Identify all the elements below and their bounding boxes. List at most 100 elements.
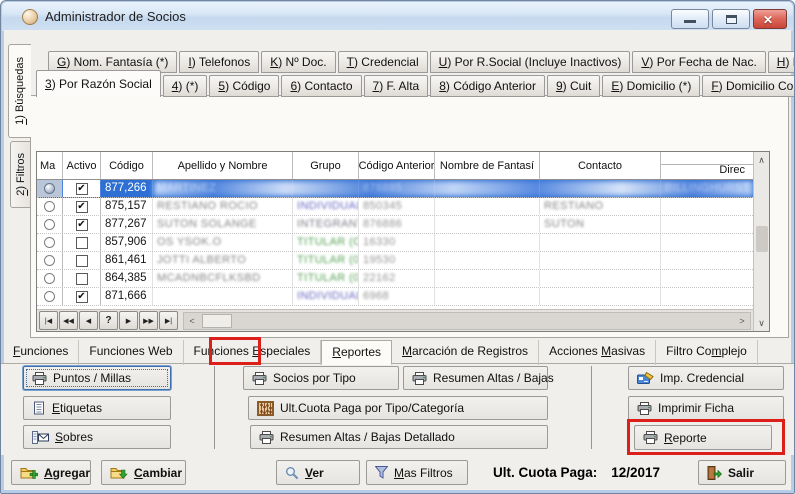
imp-credencial-button[interactable]: Imp. Credencial [628,366,784,390]
table-row[interactable]: ✔877,267SUTON SOLANGEINTEGRANT876886SUTO… [37,216,753,234]
search-tab-r2-1[interactable]: 4) (*) [163,75,208,97]
search-tab-r1-2[interactable]: K) Nº Doc. [261,51,335,73]
column-header-6[interactable]: Nombre de Fantasí [435,152,540,179]
column-header-2[interactable]: Código [101,152,153,179]
row-active-checkbox[interactable]: ✔ [76,219,88,231]
etiquetas-button[interactable]: Etiquetas [23,396,171,420]
scroll-left-icon[interactable]: < [184,316,200,326]
agregar-button[interactable]: Agregar [11,460,91,485]
column-header-5[interactable]: Código Anterior [359,152,435,179]
record-nav-prev-button[interactable]: ◀ [79,311,98,330]
table-row[interactable]: ✔877,266MARTINEZ876885BILLINGHURST [37,180,753,198]
record-nav-fast-forward-button[interactable]: ▶▶ [139,311,158,330]
column-header-0[interactable]: Ma [37,152,63,179]
row-mark-radio[interactable] [44,255,55,266]
status-value: 12/2017 [611,465,660,480]
function-tab-funciones-web[interactable]: Funciones Web [79,340,183,365]
function-tab-reportes[interactable]: Reportes [321,340,392,365]
mas-filtros-label: Mas Filtros [394,466,453,480]
horizontal-scrollbar[interactable]: < > [183,312,751,330]
row-active-checkbox[interactable]: ✔ [76,183,88,195]
search-tab-r2-8[interactable]: F) Domicilio Cob. [702,75,795,97]
search-tab-r2-5[interactable]: 8) Código Anterior [430,75,545,97]
row-mark-radio[interactable] [44,291,55,302]
scroll-up-icon[interactable]: ∧ [754,152,769,168]
table-row[interactable]: 861,461JOTTI ALBERTOTITULAR (0)19530 [37,252,753,270]
table-row[interactable]: 857,906OS YSOK.OTITULAR (C)16330 [37,234,753,252]
resumen-detallado-button[interactable]: Resumen Altas / Bajas Detallado [250,425,548,449]
row-mark-radio[interactable] [44,273,55,284]
maximize-button[interactable] [712,9,750,29]
column-header-3[interactable]: Apellido y Nombre [153,152,293,179]
search-tab-r1-5[interactable]: V) Por Fecha de Nac. [632,51,765,73]
column-header-1[interactable]: Activo [63,152,101,179]
resumen-altas-bajas-button[interactable]: Resumen Altas / Bajas [403,366,548,390]
row-active-checkbox[interactable] [76,273,88,285]
column-header-8[interactable]: Direc [661,152,753,179]
column-header-4[interactable]: Grupo [293,152,359,179]
search-tab-r2-2[interactable]: 5) Código [209,75,279,97]
cell-wrap [661,198,753,215]
resumen-altas-bajas-label: Resumen Altas / Bajas [433,371,554,385]
record-nav-first-button[interactable]: |◀ [39,311,58,330]
side-tab-filtros[interactable]: 2) Filtros [10,141,31,208]
record-nav-help-button[interactable]: ? [99,311,118,330]
row-nombre: JOTTI ALBERTO [157,254,246,266]
row-mark-radio[interactable] [44,237,55,248]
reporte-button[interactable]: Reporte [634,425,772,450]
row-mark-radio[interactable] [44,219,55,230]
vertical-scroll-thumb[interactable] [756,226,768,252]
horizontal-scroll-thumb[interactable] [202,314,232,328]
folder-change-icon [110,465,128,480]
record-nav-next-button[interactable]: ▶ [119,311,138,330]
puntos-millas-button[interactable]: Puntos / Millas [23,366,171,390]
cell-wrap: TITULAR (0) [293,252,359,269]
salir-button[interactable]: Salir [698,460,786,485]
sobres-label: Sobres [55,430,93,444]
search-tab-r2-7[interactable]: E) Domicilio (*) [602,75,700,97]
row-mark-radio[interactable] [44,183,55,194]
row-active-checkbox[interactable]: ✔ [76,291,88,303]
cell-wrap: 22162 [359,270,435,287]
table-row[interactable]: ✔871,666INDIVIDUAL6968 [37,288,753,306]
function-tab-funciones[interactable]: Funciones [3,340,79,365]
row-active-checkbox[interactable] [76,237,88,249]
search-tab-r1-1[interactable]: I) Telefonos [179,51,259,73]
minimize-button[interactable] [671,9,709,29]
record-nav-fast-back-button[interactable]: ◀◀ [59,311,78,330]
search-tab-r2-0[interactable]: 3) Por Razón Social [36,70,161,97]
table-row[interactable]: ✔875,157RESTIANO ROCIOINDIVIDUAL850345RE… [37,198,753,216]
function-tab-funciones-especiales[interactable]: Funciones Especiales [184,340,322,365]
mas-filtros-button[interactable]: Mas Filtros [366,460,468,485]
cambiar-button[interactable]: Cambiar [101,460,186,485]
search-tab-r1-4[interactable]: U) Por R.Social (Incluye Inactivos) [430,51,631,73]
function-tab-acciones-masivas[interactable]: Acciones Masivas [539,340,656,365]
search-tab-r2-6[interactable]: 9) Cuit [547,75,600,97]
sobres-button[interactable]: Sobres [23,425,171,449]
row-mark-cell [37,234,63,251]
vertical-scrollbar[interactable]: ∧ ∨ [753,152,769,331]
search-tab-r2-3[interactable]: 6) Contacto [281,75,361,97]
search-tab-r1-6[interactable]: H) Huella Dactilar [768,51,795,73]
row-active-checkbox[interactable]: ✔ [76,201,88,213]
labels-icon [32,401,46,415]
function-tab-marcaci-n-de-registros[interactable]: Marcación de Registros [392,340,539,365]
row-active-checkbox[interactable] [76,255,88,267]
search-tab-r2-4[interactable]: 7) F. Alta [364,75,429,97]
side-tab-busquedas[interactable]: 1) Búsquedas [8,44,31,138]
close-button[interactable]: ✕ [753,9,787,29]
record-nav-last-button[interactable]: ▶| [159,311,178,330]
ver-button[interactable]: Ver [276,460,360,485]
socios-por-tipo-button[interactable]: Socios por Tipo [243,366,399,390]
function-tab-filtro-complejo[interactable]: Filtro Complejo [656,340,758,365]
cell-wrap: RESTIANO [540,198,661,215]
column-header-7[interactable]: Contacto [540,152,661,179]
scroll-right-icon[interactable]: > [734,316,750,326]
scroll-down-icon[interactable]: ∨ [754,315,769,331]
row-mark-radio[interactable] [44,201,55,212]
table-row[interactable]: 864,385MCADNBCFLKSBDTITULAR (0)22162 [37,270,753,288]
ult-cuota-paga-button[interactable]: Ult.Cuota Paga por Tipo/Categoría [248,396,548,420]
imprimir-ficha-button[interactable]: Imprimir Ficha [628,396,784,420]
search-tab-r1-3[interactable]: T) Credencial [338,51,428,73]
members-grid: MaActivoCódigoApellido y NombreGrupoCódi… [36,151,770,332]
